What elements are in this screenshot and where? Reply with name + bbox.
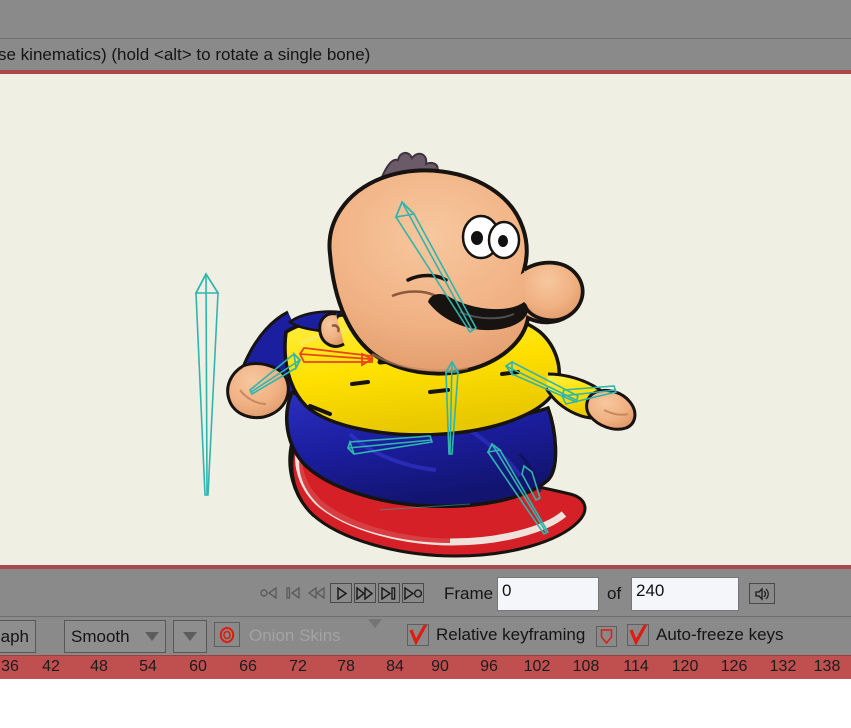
timeline-tick: 36 <box>1 658 19 675</box>
timeline-tick: 102 <box>523 658 551 675</box>
timeline-tick: 108 <box>572 658 600 675</box>
timeline-tick: 72 <box>289 658 307 675</box>
timeline-tick: 54 <box>139 658 157 675</box>
red-keyframe-icon[interactable] <box>214 622 240 647</box>
transport-controls <box>258 583 424 603</box>
timeline-tick: 90 <box>431 658 449 675</box>
relative-keyframing-checkbox[interactable]: Relative keyframing <box>407 624 585 646</box>
chevron-down-icon <box>145 632 159 641</box>
window-bottom-fill <box>0 679 851 728</box>
next-keyframe-button[interactable] <box>378 583 400 603</box>
timeline-tick: 138 <box>813 658 841 675</box>
step-back-button[interactable] <box>306 583 328 603</box>
timeline-tick: 42 <box>42 658 60 675</box>
jump-to-end-button[interactable] <box>402 583 424 603</box>
frame-input[interactable]: 0 <box>497 577 599 611</box>
right-arm <box>544 372 637 431</box>
animation-canvas[interactable] <box>0 74 851 565</box>
timeline-tick: 120 <box>671 658 699 675</box>
relative-keyframing-label: Relative keyframing <box>436 625 586 644</box>
timeline-tick: 66 <box>239 658 257 675</box>
timeline-tick: 84 <box>386 658 404 675</box>
timeline-tick: 48 <box>90 658 108 675</box>
chevron-down-icon <box>368 619 382 645</box>
previous-keyframe-button[interactable] <box>282 583 304 603</box>
timeline-tick: 96 <box>480 658 498 675</box>
total-frames-input[interactable]: 240 <box>631 577 739 611</box>
interpolation-value: Smooth <box>71 626 130 646</box>
timeline-tick: 78 <box>337 658 355 675</box>
fast-forward-button[interactable] <box>354 583 376 603</box>
speaker-icon[interactable] <box>749 583 775 604</box>
onion-skins-label: Onion Skins <box>249 626 341 645</box>
timeline-tick: 126 <box>720 658 748 675</box>
checkbox-box <box>407 624 429 646</box>
status-hint-bar: se kinematics) (hold <alt> to rotate a s… <box>0 39 851 70</box>
timeline-tick: 60 <box>189 658 207 675</box>
auto-freeze-keys-checkbox[interactable]: Auto-freeze keys <box>627 624 784 646</box>
frame-label: Frame <box>444 584 494 603</box>
play-button[interactable] <box>330 583 352 603</box>
graph-button[interactable]: aph <box>0 620 36 653</box>
checkbox-box <box>627 624 649 646</box>
top-toolbar-strip <box>0 0 851 39</box>
onion-skins-dropdown[interactable] <box>368 619 382 646</box>
timeline-tick: 132 <box>769 658 797 675</box>
interpolation-dropdown[interactable]: Smooth <box>64 620 166 653</box>
character-artwork <box>194 152 637 558</box>
hint-text: se kinematics) (hold <alt> to rotate a s… <box>0 44 371 64</box>
timeline-ruler[interactable]: 36 42 48 54 60 66 72 78 84 90 96 102 108 114 120 126 132… <box>0 655 851 680</box>
check-icon <box>409 625 428 645</box>
shield-freeze-icon[interactable] <box>596 626 617 647</box>
interpolation-options-dropdown[interactable] <box>173 620 207 653</box>
rewind-to-start-button[interactable] <box>258 583 280 603</box>
auto-freeze-keys-label: Auto-freeze keys <box>656 625 784 644</box>
check-icon <box>629 625 648 645</box>
chevron-down-icon <box>183 632 197 641</box>
bone-root-left <box>194 272 220 496</box>
of-label: of <box>607 584 622 603</box>
timeline-tick: 114 <box>623 658 649 675</box>
animation-app-window: se kinematics) (hold <alt> to rotate a s… <box>0 0 851 728</box>
